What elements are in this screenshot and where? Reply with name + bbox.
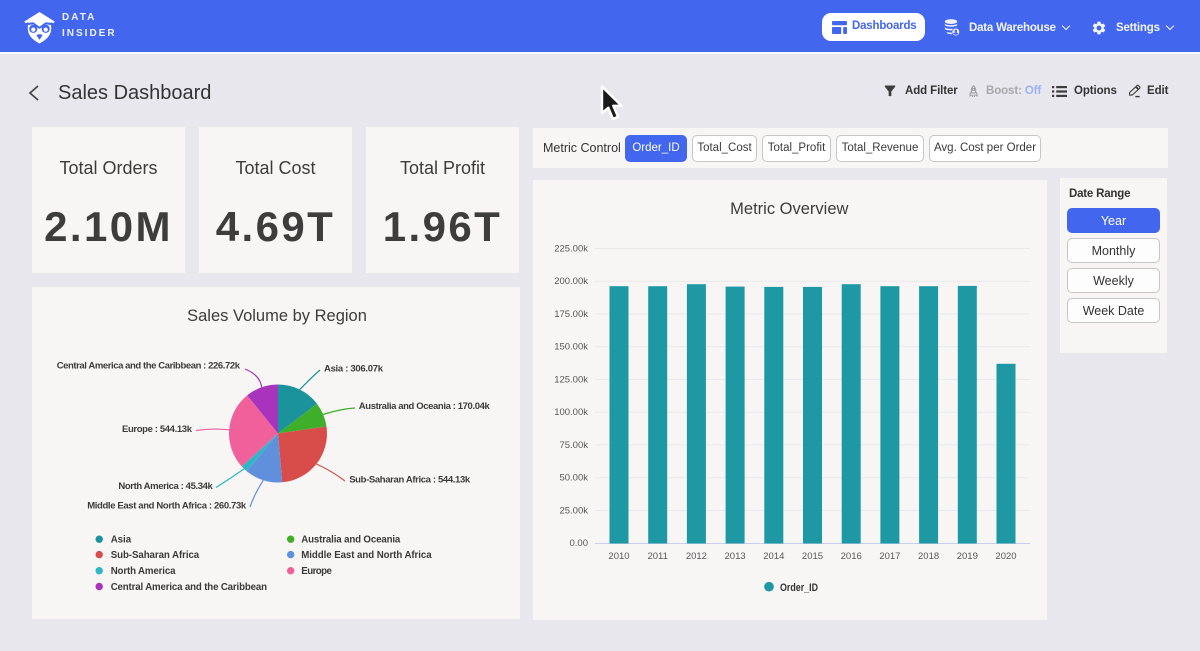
svg-text:50.00k: 50.00k (559, 473, 588, 484)
svg-text:Asia : 306.07k: Asia : 306.07k (324, 363, 384, 374)
svg-text:Sub-Saharan Africa : 544.13k: Sub-Saharan Africa : 544.13k (349, 474, 471, 485)
svg-text:2017: 2017 (879, 551, 900, 562)
svg-text:125.00k: 125.00k (554, 374, 588, 385)
svg-text:2014: 2014 (763, 551, 784, 562)
svg-text:Middle East and North Africa: Middle East and North Africa (301, 550, 432, 561)
svg-text:2012: 2012 (686, 551, 707, 562)
svg-text:100.00k: 100.00k (554, 407, 588, 418)
svg-text:75.00k: 75.00k (559, 440, 588, 451)
svg-text:225.00k: 225.00k (554, 244, 588, 255)
svg-text:150.00k: 150.00k (554, 342, 588, 353)
svg-text:Europe: Europe (301, 566, 332, 577)
svg-text:Australia and Oceania : 170.04: Australia and Oceania : 170.04k (359, 401, 491, 412)
svg-text:2010: 2010 (608, 551, 629, 562)
svg-text:Australia and Oceania: Australia and Oceania (301, 535, 401, 546)
svg-text:25.00k: 25.00k (559, 505, 588, 516)
svg-text:Central America and the Caribb: Central America and the Caribbean : 226.… (57, 360, 241, 371)
svg-text:Central America and the Caribb: Central America and the Caribbean (111, 582, 267, 593)
svg-text:200.00k: 200.00k (554, 276, 588, 287)
svg-text:Sales Volume by Region: Sales Volume by Region (187, 307, 367, 325)
svg-text:North America : 45.34k: North America : 45.34k (118, 481, 213, 492)
svg-text:North America: North America (111, 566, 176, 577)
svg-text:Metric Overview: Metric Overview (730, 200, 848, 218)
svg-text:2016: 2016 (841, 551, 862, 562)
svg-text:Asia: Asia (111, 535, 132, 546)
svg-text:Middle East and North Africa :: Middle East and North Africa : 260.73k (87, 500, 247, 511)
svg-text:2020: 2020 (995, 551, 1016, 562)
svg-text:Europe : 544.13k: Europe : 544.13k (122, 424, 193, 435)
svg-text:Order_ID: Order_ID (780, 582, 818, 594)
svg-text:2019: 2019 (957, 551, 978, 562)
svg-text:Sub-Saharan Africa: Sub-Saharan Africa (111, 550, 200, 561)
svg-text:175.00k: 175.00k (554, 309, 588, 320)
svg-text:0.00: 0.00 (570, 538, 589, 549)
svg-text:2011: 2011 (647, 551, 667, 562)
svg-text:2013: 2013 (725, 551, 746, 562)
svg-text:2015: 2015 (802, 551, 823, 562)
svg-text:2018: 2018 (918, 551, 939, 562)
